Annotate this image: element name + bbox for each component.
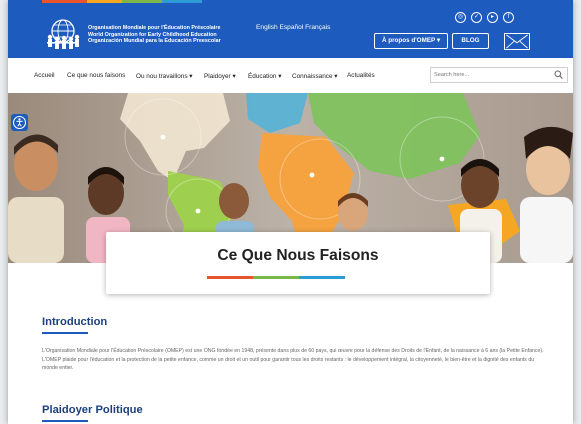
- chevron-down-icon: ▾: [436, 37, 441, 44]
- search-icon[interactable]: [554, 70, 563, 80]
- heading-underline: [42, 420, 88, 422]
- nav-item-ce-que-nous-faisons[interactable]: Ce que nous faisons: [67, 72, 125, 79]
- title-bar-blue: [299, 276, 345, 279]
- chevron-down-icon: ▾: [278, 73, 282, 80]
- chevron-down-icon: ▾: [334, 73, 338, 80]
- advocacy-heading: Plaidoyer Politique: [42, 404, 143, 416]
- introduction-heading: Introduction: [42, 316, 108, 328]
- introduction-text: L'Organisation Mondiale pour l'Éducation…: [42, 348, 544, 372]
- org-name-es: Organización Mundial para la Educación P…: [88, 38, 221, 45]
- language-switcher[interactable]: English Español Français: [256, 24, 330, 31]
- nav-item-education[interactable]: Éducation ▾: [248, 72, 281, 80]
- title-bar-green: [253, 276, 299, 279]
- facebook-icon[interactable]: f: [503, 12, 514, 23]
- omep-logo-icon[interactable]: [45, 18, 81, 52]
- header-stripe-blue: [162, 0, 202, 3]
- chevron-down-icon: ▾: [232, 73, 236, 80]
- chevron-down-icon: ▾: [189, 73, 193, 80]
- heading-underline: [42, 332, 88, 334]
- page-title: Ce Que Nous Faisons: [217, 247, 379, 264]
- main-navigation: Accueil Ce que nous faisons Ou nou trava…: [8, 58, 573, 94]
- nav-item-actualites[interactable]: Actualités: [347, 72, 375, 79]
- nav-item-label: Connaissance: [292, 73, 333, 80]
- search-box: [430, 67, 568, 83]
- search-input[interactable]: [434, 69, 548, 81]
- site-header: Organisation Mondiale pour l'Éducation P…: [8, 0, 573, 58]
- title-bar-orange: [207, 276, 253, 279]
- blog-button[interactable]: BLOG: [452, 33, 489, 49]
- header-stripe-green: [122, 0, 162, 3]
- header-stripe-orange: [42, 0, 87, 3]
- nav-item-accueil[interactable]: Accueil: [34, 72, 55, 79]
- org-name-en: World Organization for Early Childhood E…: [88, 31, 217, 38]
- about-omep-button[interactable]: À propos d'OMEP ▾: [374, 33, 448, 49]
- youtube-icon[interactable]: ▸: [487, 12, 498, 23]
- accessibility-button[interactable]: [11, 114, 28, 131]
- page: Organisation Mondiale pour l'Éducation P…: [8, 0, 573, 424]
- about-omep-label: À propos d'OMEP: [381, 37, 436, 44]
- twitter-icon[interactable]: ✓: [471, 12, 482, 23]
- org-name: Organisation Mondiale pour l'Éducation P…: [88, 25, 221, 45]
- nav-item-label: Éducation: [248, 73, 277, 80]
- page-title-card: Ce Que Nous Faisons: [106, 232, 490, 294]
- org-name-fr: Organisation Mondiale pour l'Éducation P…: [88, 25, 221, 31]
- nav-item-label: Ou nou travaillons: [136, 73, 188, 80]
- accessibility-icon: [12, 115, 27, 130]
- nav-item-plaidoyer[interactable]: Plaidoyer ▾: [204, 72, 236, 80]
- nav-item-label: Plaidoyer: [204, 73, 231, 80]
- instagram-icon[interactable]: ◎: [455, 12, 466, 23]
- mail-icon[interactable]: [504, 33, 530, 50]
- header-stripe-yellow: [87, 0, 122, 3]
- nav-item-connaissance[interactable]: Connaissance ▾: [292, 72, 338, 80]
- nav-item-ou-nou-travaillons[interactable]: Ou nou travaillons ▾: [136, 72, 193, 80]
